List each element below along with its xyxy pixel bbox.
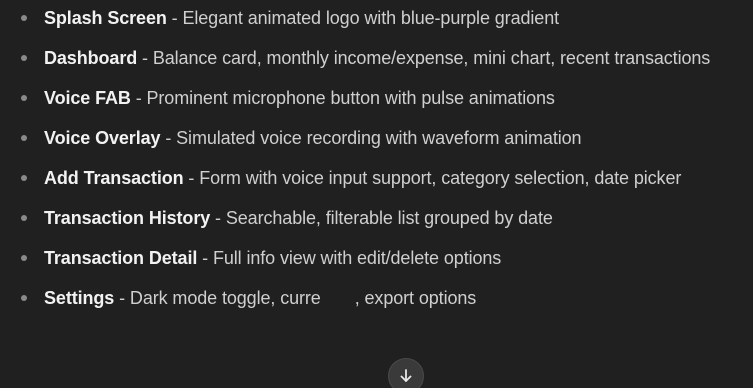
arrow-down-icon: [399, 368, 413, 384]
feature-description: Balance card, monthly income/expense, mi…: [152, 48, 711, 68]
bullet: [21, 55, 27, 61]
feature-title: Voice Overlay: [44, 128, 161, 148]
bullet: [21, 15, 27, 21]
feature-description-tail: , export options: [354, 288, 477, 308]
feature-description: Dark mode toggle, curre: [129, 288, 321, 308]
bullet: [21, 255, 27, 261]
bottom-fade: [0, 370, 753, 388]
feature-title: Splash Screen: [44, 8, 167, 28]
list-item: Splash Screen - Elegant animated logo wi…: [0, 0, 753, 38]
feature-description: Full info view with edit/delete options: [212, 248, 502, 268]
feature-description: Form with voice input support, category …: [199, 168, 682, 188]
list-item: Dashboard - Balance card, monthly income…: [0, 38, 753, 78]
list-item: Voice Overlay - Simulated voice recordin…: [0, 118, 753, 158]
scroll-to-bottom-button[interactable]: [388, 358, 424, 388]
list-item: Voice FAB - Prominent microphone button …: [0, 78, 753, 118]
bullet: [21, 215, 27, 221]
separator: -: [130, 88, 147, 108]
separator: -: [183, 168, 200, 188]
separator: -: [210, 208, 226, 228]
separator: -: [197, 248, 213, 268]
feature-title: Add Transaction: [44, 168, 184, 188]
feature-title: Transaction History: [44, 208, 211, 228]
feature-description: Simulated voice recording with waveform …: [176, 128, 582, 148]
feature-description: Searchable, filterable list grouped by d…: [225, 208, 553, 228]
list-item: Transaction History - Searchable, filter…: [0, 198, 753, 238]
list-item: Settings - Dark mode toggle, curre , expo…: [0, 278, 753, 318]
separator: -: [160, 128, 177, 148]
separator: -: [137, 48, 153, 68]
bullet: [21, 135, 27, 141]
bullet: [21, 95, 27, 101]
bullet: [21, 175, 27, 181]
feature-description: Prominent microphone button with pulse a…: [146, 88, 555, 108]
bullet: [21, 295, 27, 301]
feature-title: Dashboard: [44, 48, 138, 68]
feature-title: Settings: [44, 288, 115, 308]
feature-title: Transaction Detail: [44, 248, 198, 268]
list-item: Transaction Detail - Full info view with…: [0, 238, 753, 278]
separator: -: [114, 288, 130, 308]
list-item: Add Transaction - Form with voice input …: [0, 158, 753, 198]
separator: -: [166, 8, 183, 28]
feature-title: Voice FAB: [44, 88, 131, 108]
feature-description: Elegant animated logo with blue-purple g…: [182, 8, 560, 28]
feature-list: Splash Screen - Elegant animated logo wi…: [0, 0, 753, 318]
